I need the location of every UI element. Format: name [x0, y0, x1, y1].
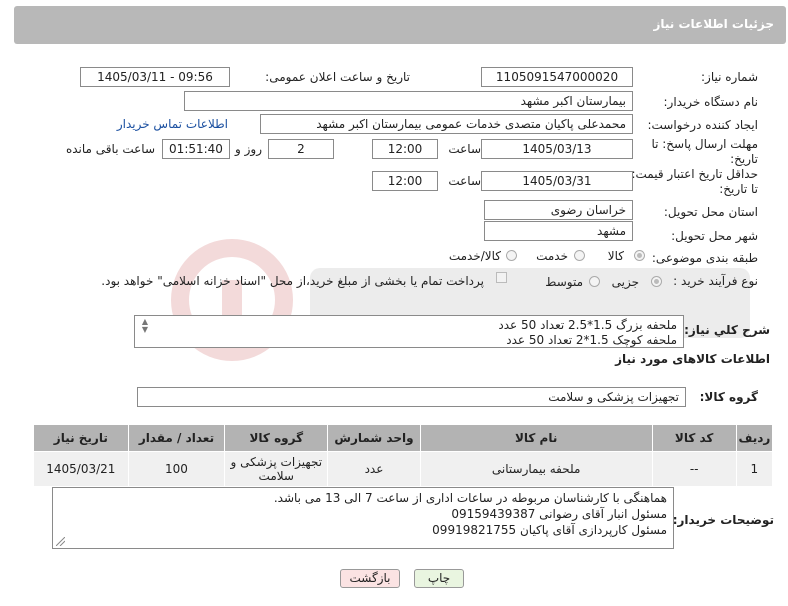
radio-minor[interactable]	[651, 276, 662, 287]
price-date-field: 1405/03/31	[481, 171, 633, 191]
header-bar: جزئیات اطلاعات نیاز	[14, 6, 786, 44]
goods-info-title: اطلاعات کالاهای مورد نیاز	[615, 352, 770, 366]
buyer-org-label: نام دستگاه خریدار:	[663, 95, 759, 109]
col-group: گروه کالا	[224, 424, 329, 452]
category-label: طبقه بندی موضوعی:	[651, 251, 758, 265]
radio-goods-service[interactable]	[506, 250, 517, 261]
city-label: شهر محل تحویل:	[671, 229, 758, 243]
announce-label: تاریخ و ساعت اعلان عمومی:	[265, 70, 410, 84]
province-field: خراسان رضوی	[484, 200, 633, 220]
days-field: 2	[268, 139, 334, 159]
cell-name: ملحفه بیمارستانی	[419, 451, 653, 487]
city-field: مشهد	[484, 221, 633, 241]
deadline-label-2: تاریخ:	[730, 152, 758, 166]
buyer-notes-label: توضیحات خریدار:	[672, 513, 774, 527]
buyer-notes-textarea[interactable]: هماهنگی با کارشناسان مربوطه در ساعات ادا…	[52, 487, 674, 549]
need-number-label: شماره نیاز:	[701, 70, 758, 84]
deadline-time-label: ساعت	[448, 142, 481, 156]
price-time-label: ساعت	[448, 174, 481, 188]
radio-service[interactable]	[574, 250, 585, 261]
print-button[interactable]: چاپ	[414, 569, 464, 588]
province-label: استان محل تحویل:	[663, 205, 758, 219]
col-qty: تعداد / مقدار	[127, 424, 226, 452]
price-validity-label-1: حداقل تاریخ اعتبار قیمت:	[631, 167, 758, 181]
radio-goods-label: کالا	[607, 249, 624, 263]
description-textarea[interactable]: ملحفه بزرگ 1.5*2.5 تعداد 50 عدد ملحفه کو…	[134, 315, 684, 348]
description-line-2: ملحفه کوچک 1.5*2 تعداد 50 عدد	[506, 333, 677, 347]
radio-medium-label: متوسط	[545, 275, 583, 289]
textarea-scroll-arrows-icon[interactable]: ▲ ▼	[138, 318, 148, 334]
table-header-row: ردیف کد کالا نام کالا واحد شمارش گروه کا…	[33, 424, 774, 452]
page: جزئیات اطلاعات نیاز شماره نیاز: 11050915…	[0, 0, 788, 606]
cell-row: 1	[735, 451, 774, 487]
buyer-notes-line-3: مسئول کارپردازی آقای پاکیان 09919821755	[432, 523, 667, 537]
deadline-time-field: 12:00	[372, 139, 438, 159]
price-time-field: 12:00	[372, 171, 438, 191]
announce-field: 1405/03/11 - 09:56	[80, 67, 230, 87]
remaining-time-field: 01:51:40	[162, 139, 230, 159]
days-label: روز و	[235, 142, 262, 156]
cell-group: تجهیزات پزشکی و سلامت	[224, 451, 329, 487]
radio-service-label: خدمت	[536, 249, 568, 263]
cell-date: 1405/03/21	[33, 451, 129, 487]
price-validity-label-2: تا تاریخ:	[719, 182, 758, 196]
col-unit: واحد شمارش	[327, 424, 421, 452]
goods-table: ردیف کد کالا نام کالا واحد شمارش گروه کا…	[33, 424, 774, 487]
description-label: شرح کلي نياز:	[684, 323, 770, 337]
resize-grip-icon[interactable]	[56, 537, 65, 546]
treasury-checkbox[interactable]	[496, 272, 507, 283]
payment-note: پرداخت تمام یا بخشی از مبلغ خرید،از محل …	[101, 274, 484, 288]
remaining-label: ساعت باقی مانده	[65, 142, 155, 156]
col-date: تاریخ نیاز	[33, 424, 129, 452]
requester-label: ایجاد کننده درخواست:	[647, 118, 758, 132]
cell-unit: عدد	[327, 451, 421, 487]
buyer-org-field: بیمارستان اکبر مشهد	[184, 91, 633, 111]
col-name: نام کالا	[419, 424, 653, 452]
buyer-notes-line-2: مسئول انبار آقای رضوانی 09159439387	[451, 507, 667, 521]
col-code: کد کالا	[651, 424, 737, 452]
col-row: ردیف	[735, 424, 774, 452]
back-button[interactable]: بازگشت	[340, 569, 400, 588]
process-label: نوع فرآیند خرید :	[673, 274, 758, 288]
cell-code: --	[651, 451, 737, 487]
contact-info-link[interactable]: اطلاعات تماس خریدار	[117, 117, 228, 131]
goods-group-field: تجهیزات پزشکی و سلامت	[137, 387, 686, 407]
radio-goods[interactable]	[634, 250, 645, 261]
need-number-field: 1105091547000020	[481, 67, 633, 87]
description-line-1: ملحفه بزرگ 1.5*2.5 تعداد 50 عدد	[498, 318, 677, 332]
radio-medium[interactable]	[589, 276, 600, 287]
goods-group-label: گروه کالا:	[699, 390, 758, 404]
radio-minor-label: جزیی	[611, 275, 639, 289]
deadline-date-field: 1405/03/13	[481, 139, 633, 159]
page-title: جزئیات اطلاعات نیاز	[653, 17, 774, 31]
cell-qty: 100	[127, 451, 226, 487]
buyer-notes-line-1: هماهنگی با کارشناسان مربوطه در ساعات ادا…	[273, 491, 667, 505]
radio-goods-service-label: کالا/خدمت	[448, 249, 501, 263]
requester-field: محمدعلی پاکیان متصدی خدمات عمومی بیمارست…	[260, 114, 633, 134]
table-row: 1 -- ملحفه بیمارستانی عدد تجهیزات پزشکی …	[33, 451, 774, 487]
deadline-label-1: مهلت ارسال پاسخ: تا	[651, 137, 758, 151]
